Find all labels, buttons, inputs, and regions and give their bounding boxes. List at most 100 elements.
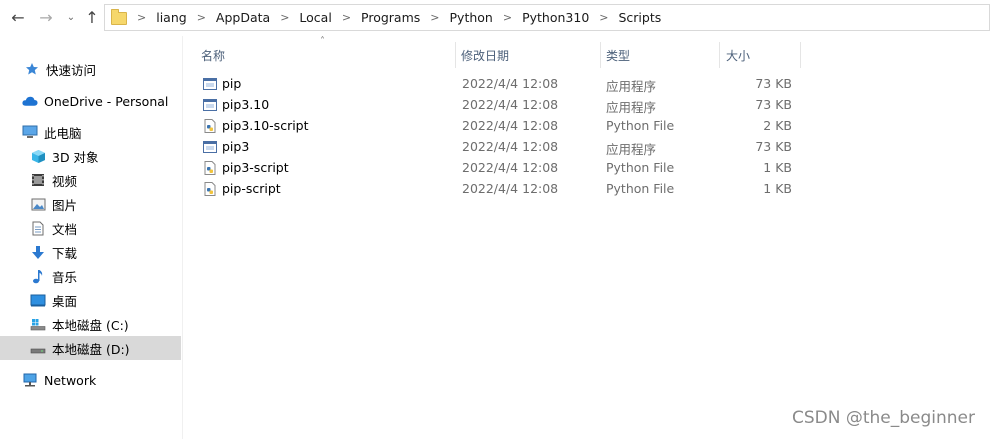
sidebar-item-label: 桌面: [52, 293, 78, 309]
computer-icon: [22, 124, 38, 140]
network-icon: [22, 372, 38, 388]
breadcrumb-item[interactable]: AppData: [216, 10, 270, 25]
sidebar-item-downloads[interactable]: 下载: [0, 240, 181, 264]
sidebar-item-label: 本地磁盘 (D:): [52, 341, 130, 357]
address-bar[interactable]: > liang > AppData > Local > Programs > P…: [104, 4, 990, 31]
sidebar-item-onedrive[interactable]: OneDrive - Personal: [0, 89, 181, 113]
music-icon: [30, 268, 46, 284]
file-name: pip3.10-script: [222, 118, 309, 133]
file-type: 应用程序: [606, 100, 657, 115]
sidebar-item-network[interactable]: Network: [0, 368, 181, 392]
sidebar-item-videos[interactable]: 视频: [0, 168, 181, 192]
folder-icon: [111, 9, 127, 25]
pane-divider: [182, 36, 183, 439]
sidebar-item-label: Network: [44, 372, 97, 388]
column-header-type[interactable]: 类型: [601, 42, 719, 68]
chevron-down-icon: ⌄: [66, 12, 76, 23]
file-row[interactable]: pip 2022/4/4 12:08 应用程序 73 KB: [196, 74, 796, 95]
forward-button[interactable]: →: [37, 9, 55, 27]
sidebar-item-label: 图片: [52, 197, 78, 213]
column-separator[interactable]: [800, 42, 801, 68]
sidebar-item-drive-c[interactable]: 本地磁盘 (C:): [0, 312, 181, 336]
drive-icon: [30, 316, 46, 332]
breadcrumb-item[interactable]: Local: [299, 10, 331, 25]
python-file-icon: [204, 161, 216, 175]
download-icon: [30, 244, 46, 260]
sidebar-item-label: 音乐: [52, 269, 78, 285]
sidebar-item-quick-access[interactable]: 快速访问: [0, 57, 181, 81]
breadcrumb-item[interactable]: Programs: [361, 10, 420, 25]
breadcrumb-item[interactable]: liang: [156, 10, 186, 25]
sidebar-item-label: OneDrive - Personal: [44, 93, 169, 109]
sidebar-item-documents[interactable]: 文档: [0, 216, 181, 240]
file-row[interactable]: pip3-script 2022/4/4 12:08 Python File 1…: [196, 158, 796, 179]
file-row[interactable]: pip3.10-script 2022/4/4 12:08 Python Fil…: [196, 116, 796, 137]
application-icon: [203, 78, 217, 90]
sidebar-item-drive-d[interactable]: 本地磁盘 (D:): [0, 336, 181, 360]
sidebar-item-label: 视频: [52, 173, 78, 189]
desktop-icon: [30, 292, 46, 308]
up-button[interactable]: ↑: [83, 9, 101, 27]
sidebar-item-desktop[interactable]: 桌面: [0, 288, 181, 312]
drive-icon: [30, 340, 46, 356]
sidebar-item-label: 下载: [52, 245, 78, 261]
file-size: 1 KB: [763, 181, 792, 196]
file-row[interactable]: pip3.10 2022/4/4 12:08 应用程序 73 KB: [196, 95, 796, 116]
breadcrumb-item[interactable]: Python: [450, 10, 493, 25]
file-name: pip3-script: [222, 160, 289, 175]
back-button[interactable]: ←: [9, 9, 27, 27]
file-type: Python File: [606, 160, 675, 175]
file-date: 2022/4/4 12:08: [462, 118, 559, 133]
file-name: pip: [222, 76, 242, 91]
sidebar-item-this-pc[interactable]: 此电脑: [0, 120, 181, 144]
watermark: CSDN @the_beginner: [791, 408, 975, 428]
file-size: 2 KB: [763, 118, 792, 133]
file-date: 2022/4/4 12:08: [462, 139, 559, 154]
chevron-right-icon: >: [502, 11, 513, 24]
arrow-left-icon: ←: [11, 8, 25, 27]
file-row[interactable]: pip-script 2022/4/4 12:08 Python File 1 …: [196, 179, 796, 200]
file-date: 2022/4/4 12:08: [462, 160, 559, 175]
file-type: 应用程序: [606, 142, 657, 157]
video-icon: [30, 172, 46, 188]
file-date: 2022/4/4 12:08: [462, 181, 559, 196]
chevron-right-icon: >: [599, 11, 609, 24]
navigation-bar: ← → ⌄ ↑ > liang > AppData > Local > Prog…: [0, 0, 990, 36]
file-size: 73 KB: [755, 97, 792, 112]
sidebar-item-3d-objects[interactable]: 3D 对象: [0, 144, 181, 168]
document-icon: [30, 220, 46, 236]
column-header-date[interactable]: 修改日期: [456, 42, 599, 68]
column-header-size[interactable]: 大小: [720, 42, 800, 68]
file-name: pip3.10: [222, 97, 270, 112]
cloud-icon: [22, 93, 38, 109]
sidebar-item-label: 快速访问: [46, 62, 97, 78]
sidebar-item-music[interactable]: 音乐: [0, 264, 181, 288]
chevron-right-icon: >: [430, 11, 440, 24]
star-icon: [24, 61, 40, 77]
column-header-name[interactable]: 名称: [196, 42, 454, 68]
breadcrumb-item[interactable]: Python310: [522, 10, 589, 25]
recent-locations-button[interactable]: ⌄: [62, 9, 80, 27]
file-size: 1 KB: [763, 160, 792, 175]
arrow-right-icon: →: [39, 8, 53, 27]
cube-icon: [30, 148, 46, 164]
application-icon: [203, 99, 217, 111]
sidebar-item-label: 本地磁盘 (C:): [52, 317, 129, 333]
sidebar-item-label: 此电脑: [44, 125, 82, 141]
file-date: 2022/4/4 12:08: [462, 97, 559, 112]
sidebar-item-label: 3D 对象: [52, 149, 99, 165]
file-date: 2022/4/4 12:08: [462, 76, 559, 91]
application-icon: [203, 141, 217, 153]
file-type: 应用程序: [606, 79, 657, 94]
picture-icon: [30, 196, 46, 212]
arrow-up-icon: ↑: [85, 8, 99, 27]
chevron-right-icon: >: [341, 11, 352, 24]
chevron-right-icon: >: [280, 11, 290, 24]
file-row[interactable]: pip3 2022/4/4 12:08 应用程序 73 KB: [196, 137, 796, 158]
chevron-right-icon: >: [196, 11, 206, 24]
file-size: 73 KB: [755, 139, 792, 154]
breadcrumb-item[interactable]: Scripts: [618, 10, 661, 25]
file-type: Python File: [606, 118, 675, 133]
file-size: 73 KB: [755, 76, 792, 91]
sidebar-item-pictures[interactable]: 图片: [0, 192, 181, 216]
